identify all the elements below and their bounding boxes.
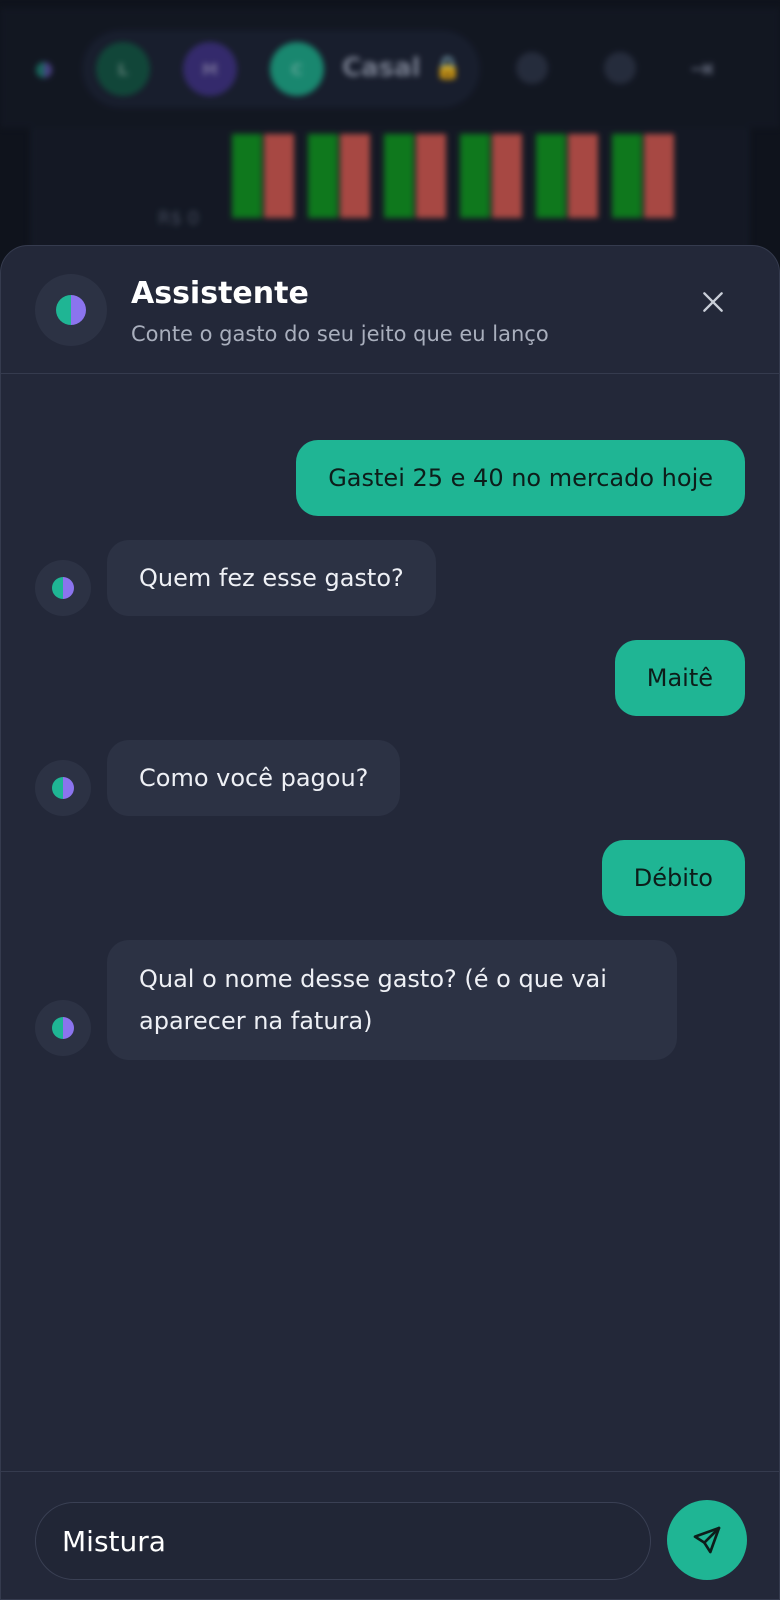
assistant-logo-icon — [56, 295, 86, 325]
chart-bar — [308, 134, 338, 218]
chart-bar — [384, 134, 414, 218]
assistant-logo-icon — [52, 1017, 74, 1039]
assistant-logo-icon — [52, 777, 74, 799]
assistant-message: Quem fez esse gasto? — [107, 540, 436, 616]
avatar-c: C — [270, 42, 324, 96]
close-icon — [703, 292, 723, 312]
chart-bar — [416, 134, 446, 218]
bot-avatar — [35, 560, 91, 616]
app-logo-icon — [36, 62, 52, 78]
message-input[interactable]: Mistura — [35, 1502, 651, 1580]
bot-avatar — [35, 760, 91, 816]
assistant-sheet: Assistente Conte o gasto do seu jeito qu… — [0, 245, 780, 1600]
assistant-logo-icon — [52, 577, 74, 599]
chart-bar — [340, 134, 370, 218]
user-message: Gastei 25 e 40 no mercado hoje — [296, 440, 745, 516]
user-message: Débito — [601, 840, 745, 916]
chart-bar — [232, 134, 262, 218]
chart-bar — [492, 134, 522, 218]
sheet-title: Assistente — [131, 276, 309, 311]
send-icon — [693, 1526, 721, 1554]
chart-bar — [460, 134, 490, 218]
avatar-l: L — [96, 42, 150, 96]
logout-icon: ⇥ — [690, 52, 714, 85]
chart-bar — [536, 134, 566, 218]
send-button[interactable] — [667, 1500, 747, 1580]
settings-icon — [604, 52, 636, 84]
group-label: Casal — [342, 53, 421, 83]
assistant-message: Qual o nome desse gasto? (é o que vai ap… — [107, 940, 677, 1060]
sheet-header: Assistente Conte o gasto do seu jeito qu… — [1, 246, 779, 374]
close-button[interactable] — [695, 284, 731, 320]
user-message: Maitê — [614, 640, 745, 716]
lock-icon: 🔒 — [434, 56, 462, 81]
chart-bar — [264, 134, 294, 218]
theme-icon — [516, 52, 548, 84]
composer: Mistura — [1, 1471, 779, 1600]
sheet-subtitle: Conte o gasto do seu jeito que eu lanço — [131, 322, 549, 346]
chart-bar — [644, 134, 674, 218]
chart-axis-label: R$ 0 — [158, 208, 200, 229]
bot-avatar — [35, 1000, 91, 1056]
assistant-avatar — [35, 274, 107, 346]
chart-bar — [612, 134, 642, 218]
chart-bar — [568, 134, 598, 218]
assistant-message: Como você pagou? — [107, 740, 401, 816]
avatar-m: M — [183, 42, 237, 96]
